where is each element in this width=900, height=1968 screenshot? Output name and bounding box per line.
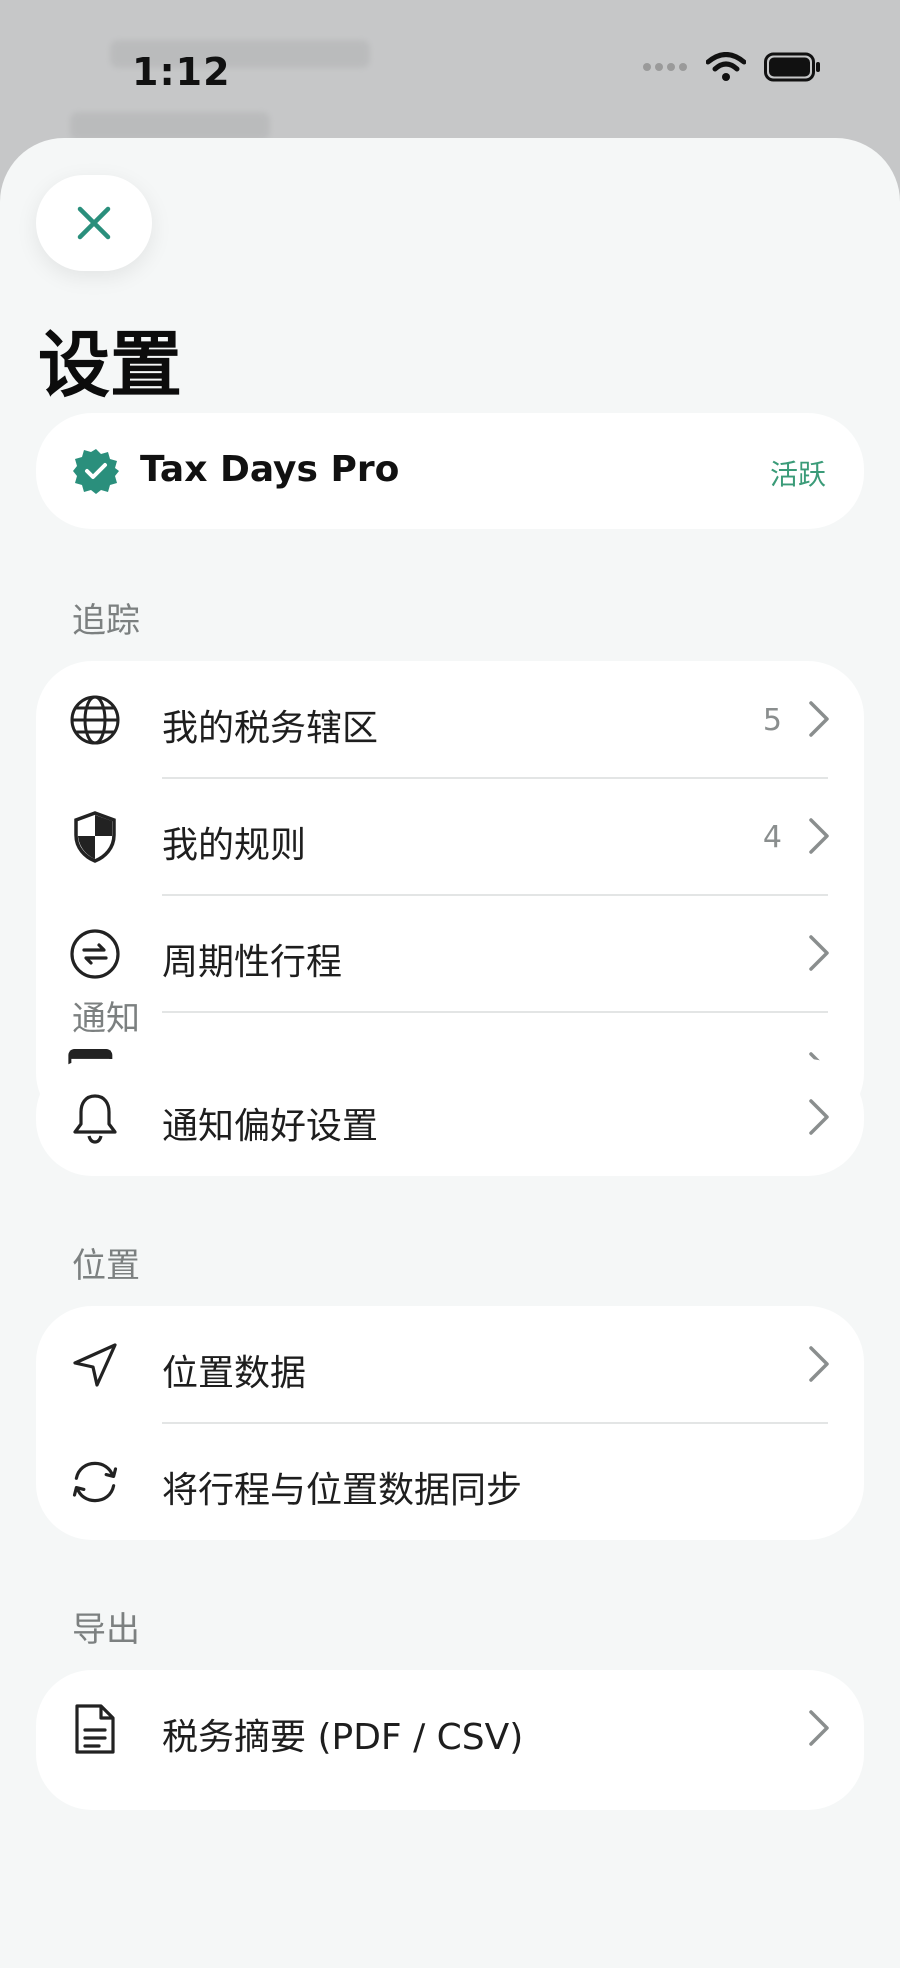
document-icon: [68, 1702, 122, 1756]
notifications-card: 通知偏好设置: [36, 1059, 864, 1176]
recurring-arrows-icon: [68, 927, 122, 981]
location-arrow-icon: [68, 1338, 122, 1392]
row-tax-jurisdictions[interactable]: 我的税务辖区 5: [36, 661, 864, 778]
shield-icon: [68, 810, 122, 864]
globe-icon: [68, 693, 122, 747]
row-label: 将行程与位置数据同步: [162, 1470, 523, 1511]
battery-icon: [764, 52, 820, 82]
chevron-right-icon: [809, 818, 829, 854]
row-notification-preferences[interactable]: 通知偏好设置: [36, 1059, 864, 1176]
row-label: 通知偏好设置: [162, 1106, 379, 1147]
row-label: 税务摘要 (PDF / CSV): [162, 1717, 524, 1758]
chevron-right-icon: [809, 1710, 829, 1746]
settings-sheet: 设置 Tax Days Pro 活跃 追踪 我的税务辖区 5 我的规则 4 周期…: [0, 138, 900, 1968]
close-button[interactable]: [36, 175, 152, 271]
row-label: 我的规则: [162, 825, 307, 866]
section-label-export: 导出: [72, 1610, 140, 1650]
row-label: 位置数据: [162, 1353, 307, 1394]
bell-icon: [68, 1091, 122, 1145]
status-bar: 1:12: [0, 0, 900, 140]
row-count: 4: [762, 820, 782, 855]
row-label: 周期性行程: [162, 942, 343, 983]
chevron-right-icon: [809, 1099, 829, 1135]
verified-badge-icon: [73, 449, 119, 494]
signal-dots-icon: [643, 63, 687, 71]
wifi-icon: [706, 52, 746, 81]
status-time: 1:12: [132, 50, 231, 94]
chevron-right-icon: [809, 1346, 829, 1382]
status-icons: [642, 52, 822, 82]
chevron-right-icon: [809, 701, 829, 737]
row-my-rules[interactable]: 我的规则 4: [36, 778, 864, 895]
row-sync-trips-location[interactable]: 将行程与位置数据同步: [36, 1423, 864, 1540]
pro-status-badge: 活跃: [769, 458, 826, 491]
row-tax-summary-export[interactable]: 税务摘要 (PDF / CSV): [36, 1670, 864, 1787]
section-label-notifications: 通知: [72, 999, 140, 1039]
row-location-data[interactable]: 位置数据: [36, 1306, 864, 1423]
row-recurring-trips[interactable]: 周期性行程: [36, 895, 864, 1012]
export-card: 税务摘要 (PDF / CSV): [36, 1670, 864, 1810]
pro-plan-name: Tax Days Pro: [140, 449, 400, 490]
row-count: 5: [762, 703, 782, 738]
sync-icon: [68, 1455, 122, 1509]
pro-subscription-card[interactable]: Tax Days Pro 活跃: [36, 413, 864, 529]
page-title: 设置: [38, 323, 183, 407]
section-label-location: 位置: [72, 1246, 140, 1286]
chevron-right-icon: [809, 935, 829, 971]
close-icon: [77, 206, 111, 240]
section-label-tracking: 追踪: [72, 601, 140, 641]
row-label: 我的税务辖区: [162, 708, 379, 749]
location-card: 位置数据 将行程与位置数据同步: [36, 1306, 864, 1540]
